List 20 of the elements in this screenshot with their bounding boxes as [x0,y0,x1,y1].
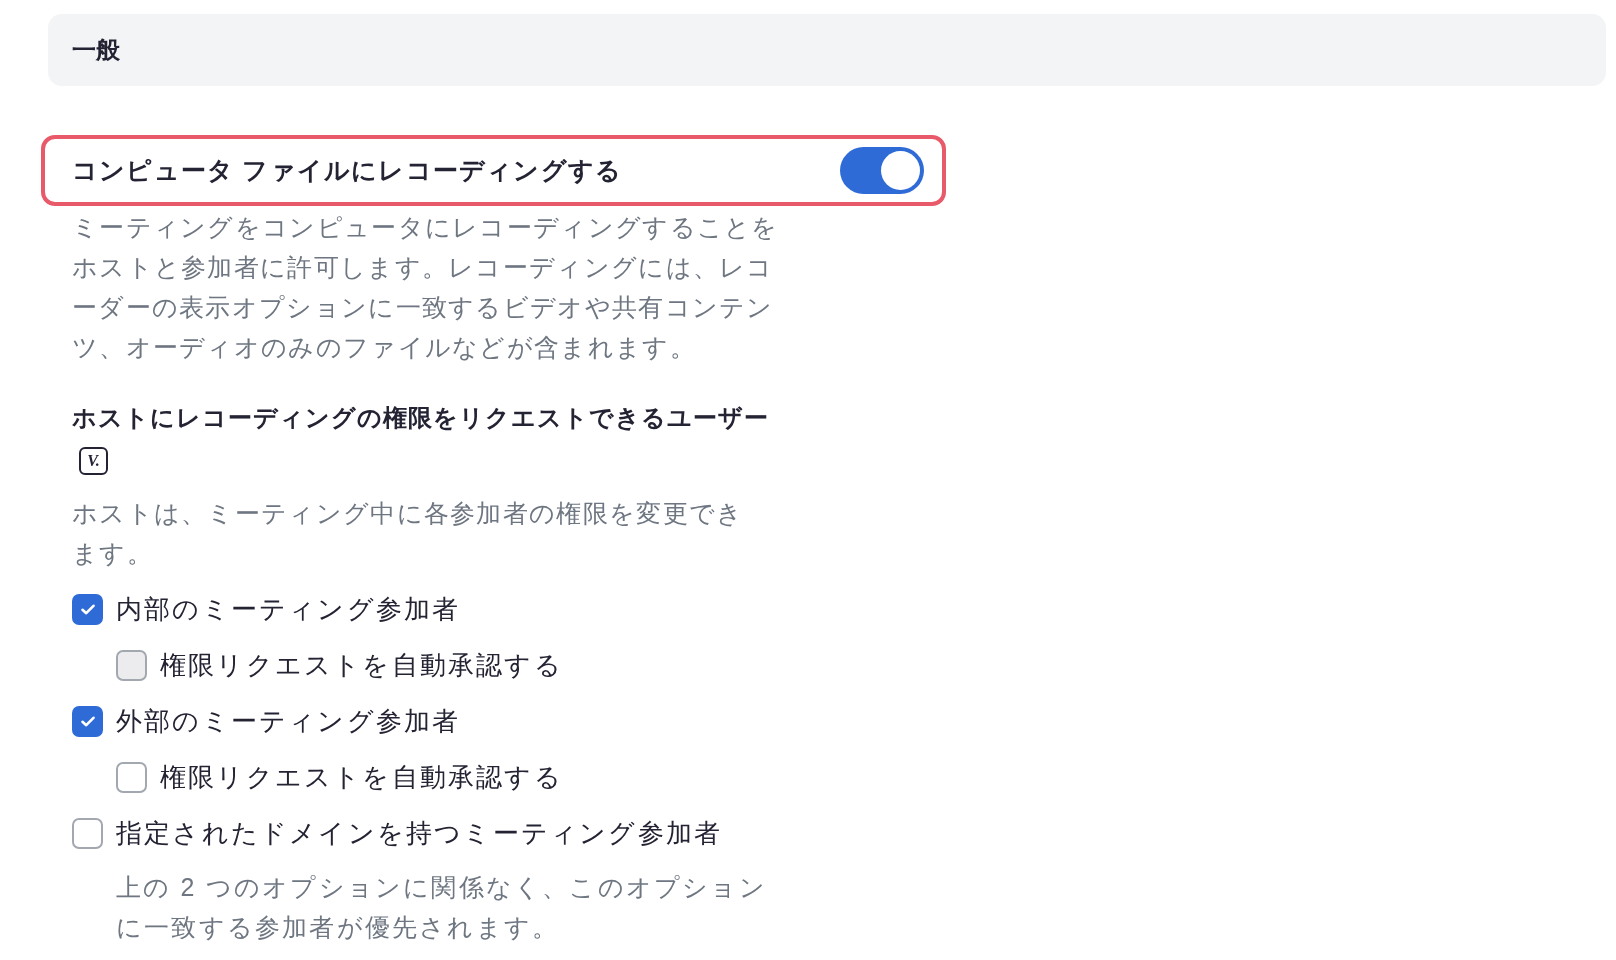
checkbox[interactable] [72,705,103,737]
option-label: 権限リクエストを自動承認する [160,760,563,794]
section-title: 一般 [72,35,120,65]
setting-description: ミーティングをコンピュータにレコーディングすることをホストと参加者に許可します。レコーディングには、レコーダーの表示オプションに一致するビデオや共有コンテンツ、オーディオのみのファイルなどが含まれます。 [72,212,780,363]
option-label: 外部のミーティング参加者 [116,704,461,738]
check-icon [80,603,95,615]
option-label: 内部のミーティング参加者 [116,592,461,626]
letter-tag: V. [79,447,108,475]
option-note: 上の 2 つのオプションに関係なく、このオプションに一致する参加者が優先されます。 [116,872,768,943]
checkbox[interactable] [116,761,147,793]
checkbox[interactable] [72,817,103,849]
toggle-switch[interactable] [840,147,924,194]
checkbox[interactable] [116,649,147,681]
setting-title: コンピュータ ファイルにレコーディングする [72,155,623,186]
checkbox[interactable] [72,593,103,625]
permission-description: ホストは、ミーティング中に各参加者の権限を変更できます。 [72,498,745,569]
check-icon [80,715,95,727]
option-label: 指定されたドメインを持つミーティング参加者 [116,816,723,850]
permission-title: ホストにレコーディングの権限をリクエストできるユーザー [72,403,769,433]
option-label: 権限リクエストを自動承認する [160,648,563,682]
